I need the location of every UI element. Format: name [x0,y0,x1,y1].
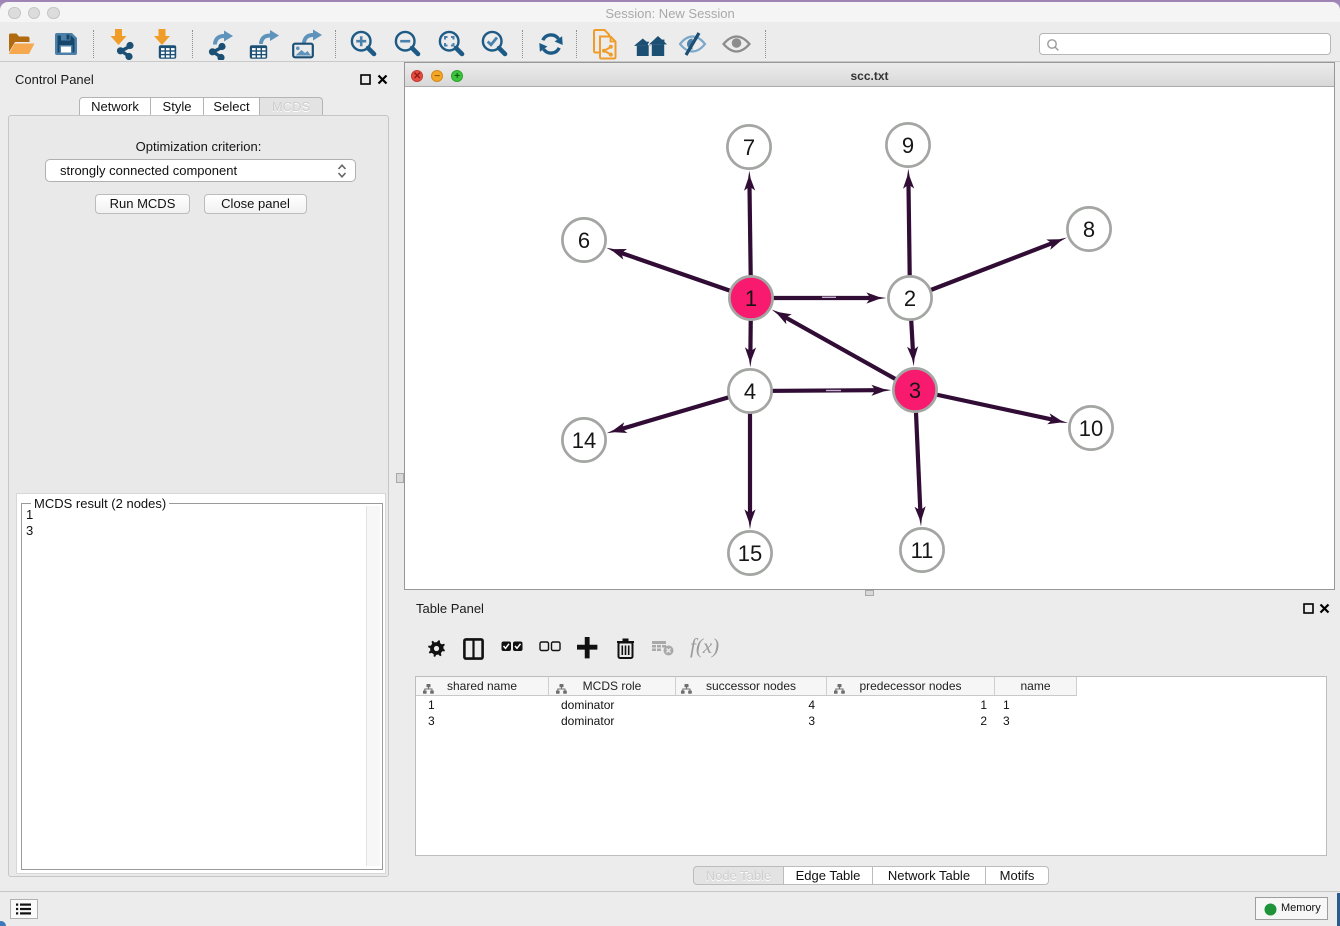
svg-text:1: 1 [745,286,757,311]
svg-text:10: 10 [1079,416,1103,441]
svg-text:11: 11 [911,538,934,563]
svg-text:14: 14 [572,428,596,453]
svg-text:15: 15 [738,541,762,566]
svg-text:2: 2 [904,286,916,311]
svg-text:8: 8 [1083,217,1095,242]
svg-text:3: 3 [909,378,921,403]
svg-text:4: 4 [744,379,756,404]
svg-text:7: 7 [743,135,755,160]
svg-text:6: 6 [578,228,590,253]
svg-text:9: 9 [902,133,914,158]
